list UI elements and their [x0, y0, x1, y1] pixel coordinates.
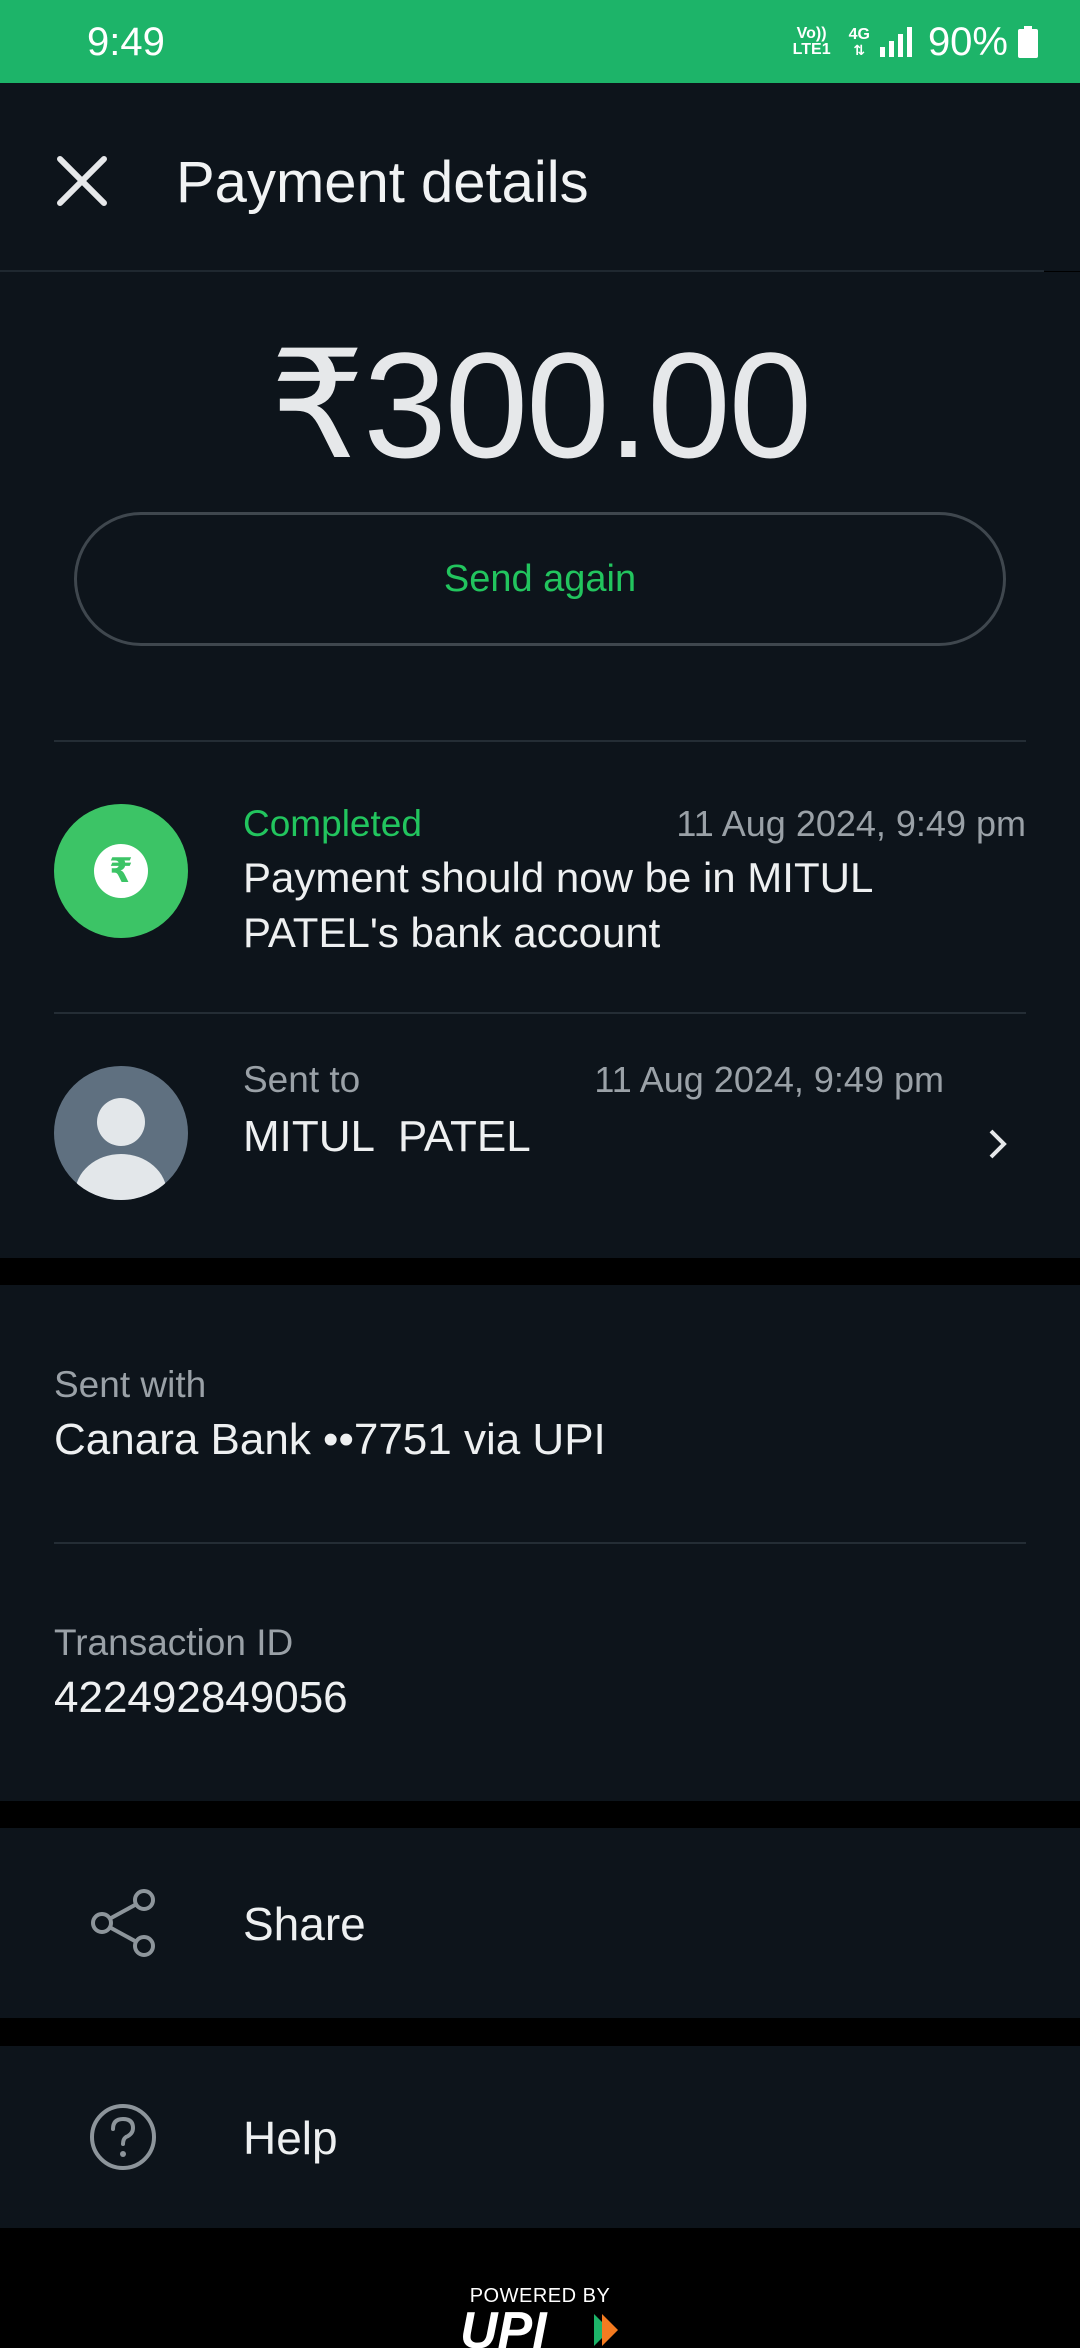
powered-by-text: POWERED BY: [469, 2285, 611, 2307]
upi-logo: UPI: [460, 2308, 618, 2348]
network-type-indicator: 4G ⇅: [848, 26, 870, 58]
status-date: 11 Aug 2024, 9:49 pm: [676, 803, 1026, 844]
status-label: Completed: [243, 803, 422, 844]
transaction-id-value: 422492849056: [54, 1673, 348, 1722]
battery-icon: [1018, 26, 1038, 58]
status-message: Payment should now be in MITUL PATEL's b…: [243, 854, 872, 956]
upi-footer: POWERED BY UPI: [0, 2228, 1080, 2348]
recipient-name: MITUL PATEL: [243, 1112, 531, 1161]
person-avatar-icon: [54, 1066, 188, 1200]
rupee-icon: ₹: [94, 844, 148, 898]
status-time: 9:49: [87, 20, 165, 64]
chevron-right-icon: [989, 1129, 1007, 1159]
close-icon[interactable]: [52, 151, 112, 211]
share-icon: [91, 1889, 155, 1957]
status-indicators: Vo)) LTE1 4G ⇅ 90%: [793, 18, 1038, 66]
share-label: Share: [243, 1898, 366, 1950]
page-title: Payment details: [176, 150, 589, 215]
payment-summary: ₹300.00 Send again ₹ Completed 11 Aug 20…: [0, 272, 1080, 1258]
send-again-button[interactable]: Send again: [74, 512, 1006, 646]
help-button[interactable]: Help: [0, 2046, 1080, 2228]
divider: [54, 1542, 1026, 1544]
status-icon-circle: ₹: [54, 804, 188, 938]
sent-with-label: Sent with: [54, 1364, 207, 1405]
volte-indicator: Vo)) LTE1: [792, 25, 831, 58]
recipient-row[interactable]: Sent to 11 Aug 2024, 9:49 pm MITUL PATEL: [0, 1014, 1080, 1258]
transaction-id-label: Transaction ID: [54, 1622, 294, 1663]
payment-amount: ₹300.00: [269, 321, 812, 489]
battery-percentage: 90%: [927, 20, 1008, 64]
svg-text:UPI: UPI: [460, 2308, 548, 2348]
status-bar: 9:49 Vo)) LTE1 4G ⇅ 90%: [0, 0, 1080, 83]
sent-with-value: Canara Bank ••7751 via UPI: [54, 1415, 606, 1464]
payment-info-section: Sent with Canara Bank ••7751 via UPI Tra…: [0, 1285, 1080, 1801]
signal-icon: [879, 27, 912, 57]
help-label: Help: [243, 2112, 338, 2164]
sent-to-date: 11 Aug 2024, 9:49 pm: [594, 1059, 944, 1100]
app-bar: Payment details: [0, 83, 1080, 271]
payment-status-row: ₹ Completed 11 Aug 2024, 9:49 pm Payment…: [0, 742, 1080, 1012]
help-icon: [90, 2104, 156, 2170]
share-button[interactable]: Share: [0, 1828, 1080, 2018]
sent-to-label: Sent to: [243, 1059, 361, 1100]
